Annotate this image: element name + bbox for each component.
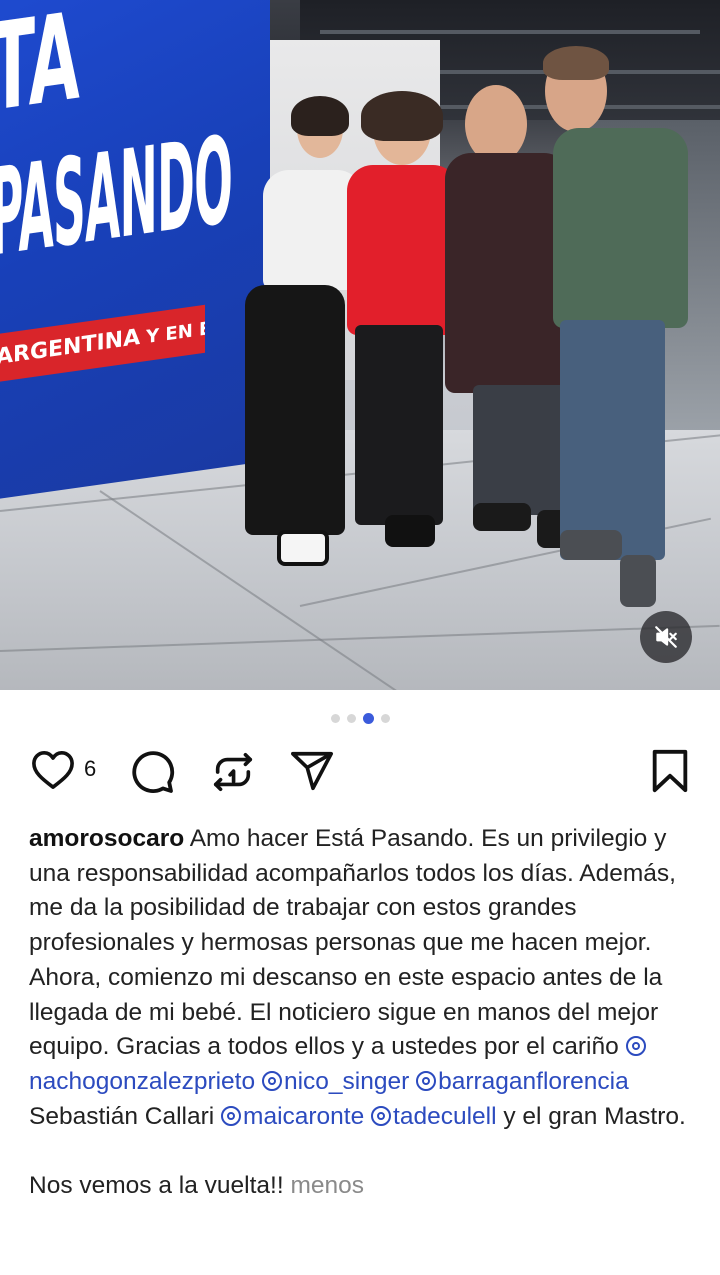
mention-text: nico_singer — [283, 1067, 410, 1095]
post-caption: amorosocaro Amo hacer Está Pasando. Es u… — [29, 822, 699, 1204]
caption-text-3: y el gran Mastro. — [503, 1102, 686, 1130]
carousel-dot — [330, 714, 340, 723]
threads-icon — [261, 1070, 282, 1091]
caption-text-2: Ahora, comienzo mi descanso en este espa… — [29, 963, 663, 1061]
panel-red-strip: ARGENTINAY EN EL MUNDO — [0, 304, 205, 383]
mention-text: maicaronte — [243, 1102, 365, 1130]
carousel-dot — [346, 714, 356, 723]
bookmark-icon — [652, 749, 688, 793]
threads-icon — [625, 1036, 646, 1057]
repost-button[interactable] — [210, 748, 256, 796]
caption-plain-name: Sebastián Callari — [29, 1102, 215, 1130]
carousel-dot — [380, 714, 390, 723]
mute-button[interactable] — [640, 611, 692, 663]
like-button[interactable]: 6 — [30, 748, 96, 790]
mention-text: tadeculell — [393, 1102, 497, 1130]
volume-off-icon — [655, 626, 677, 648]
threads-icon — [371, 1105, 392, 1126]
mention-link[interactable]: nico_singer — [261, 1067, 410, 1095]
send-icon — [291, 751, 333, 791]
comment-button[interactable] — [128, 748, 176, 796]
panel-text-middle: PASANDO — [0, 110, 233, 284]
share-button[interactable] — [288, 748, 336, 794]
repost-icon — [213, 752, 253, 792]
mention-text: barraganflorencia — [438, 1067, 629, 1095]
carousel-dot-active — [362, 713, 374, 724]
mention-link[interactable]: tadeculell — [371, 1103, 497, 1130]
person-4 — [543, 46, 695, 610]
like-count: 6 — [84, 756, 97, 781]
less-button[interactable]: menos — [290, 1172, 364, 1199]
mention-link[interactable]: maicaronte — [221, 1103, 364, 1130]
threads-icon — [221, 1105, 242, 1126]
save-button[interactable] — [650, 748, 690, 794]
heart-icon — [32, 750, 74, 789]
threads-icon — [416, 1070, 437, 1091]
panel-strip-small: Y EN EL MUNDO — [146, 305, 205, 349]
post-actions: 6 — [30, 748, 690, 804]
caption-username[interactable]: amorosocaro — [29, 825, 184, 852]
mention-text: nachogonzalezprieto — [29, 1067, 256, 1095]
panel-text-top: TA — [0, 0, 79, 140]
post-photo[interactable]: TA PASANDO ARGENTINAY EN EL MUNDO — [0, 0, 720, 690]
panel-strip-main: ARGENTINA — [0, 324, 141, 371]
caption-text-4: Nos vemos a la vuelta!! — [29, 1172, 284, 1200]
comment-icon — [132, 751, 175, 793]
carousel-indicator — [0, 713, 720, 724]
mention-link[interactable]: barraganflorencia — [416, 1068, 629, 1095]
show-logo-panel: TA PASANDO ARGENTINAY EN EL MUNDO — [0, 0, 270, 501]
